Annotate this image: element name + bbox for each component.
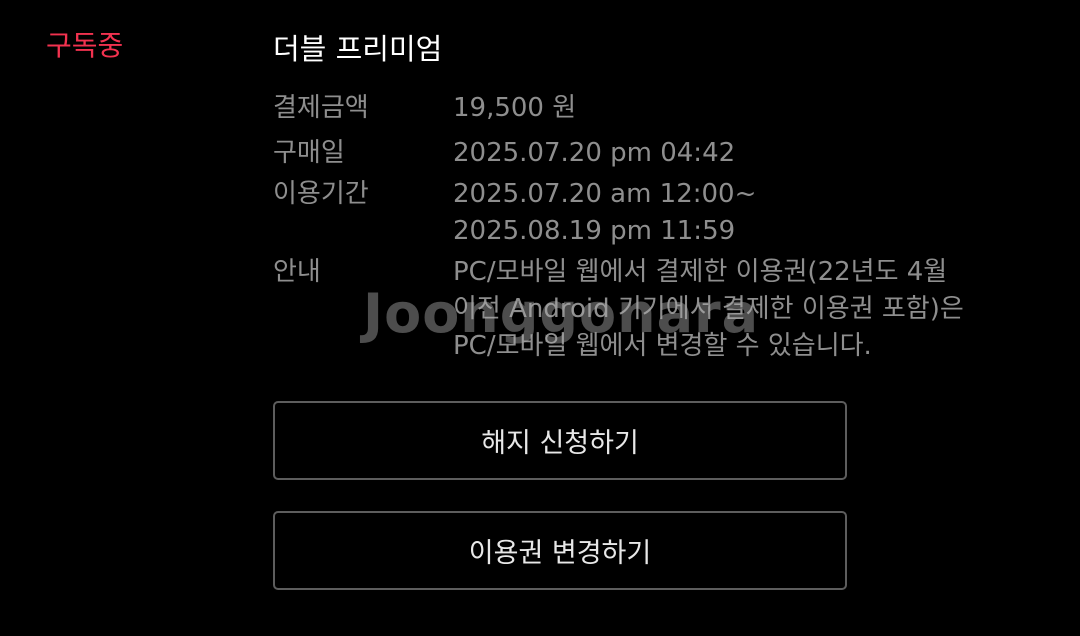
subscription-details: 결제금액 19,500 원 구매일 2025.07.20 pm 04:42 이용… [273,90,1033,365]
notice-value: PC/모바일 웹에서 결제한 이용권(22년도 4월 이전 Android 기기… [453,254,1033,365]
detail-row-period: 이용기간 2025.07.20 am 12:00~ 2025.08.19 pm … [273,176,1033,250]
detail-row-purchase-date: 구매일 2025.07.20 pm 04:42 [273,135,1033,172]
notice-line: 이전 Android 기기에서 결제한 이용권 포함)은 [453,294,964,324]
change-plan-button[interactable]: 이용권 변경하기 [273,511,847,590]
plan-title: 더블 프리미엄 [273,32,443,66]
period-value: 2025.07.20 am 12:00~ 2025.08.19 pm 11:59 [453,176,1033,250]
period-label: 이용기간 [273,179,369,209]
period-start: 2025.07.20 am 12:00~ [453,179,757,209]
period-end: 2025.08.19 pm 11:59 [453,216,736,246]
cancel-subscription-button[interactable]: 해지 신청하기 [273,401,847,480]
purchase-date-label: 구매일 [273,138,345,168]
detail-row-price: 결제금액 19,500 원 [273,90,1033,127]
price-value: 19,500 원 [453,93,577,123]
notice-line: PC/모바일 웹에서 결제한 이용권(22년도 4월 [453,257,948,287]
purchase-date-value: 2025.07.20 pm 04:42 [453,138,736,168]
subscription-status: 구독중 [46,29,124,62]
notice-line: PC/모바일 웹에서 변경할 수 있습니다. [453,331,872,361]
price-label: 결제금액 [273,93,369,123]
notice-label: 안내 [273,257,321,287]
detail-row-notice: 안내 PC/모바일 웹에서 결제한 이용권(22년도 4월 이전 Android… [273,254,1033,365]
